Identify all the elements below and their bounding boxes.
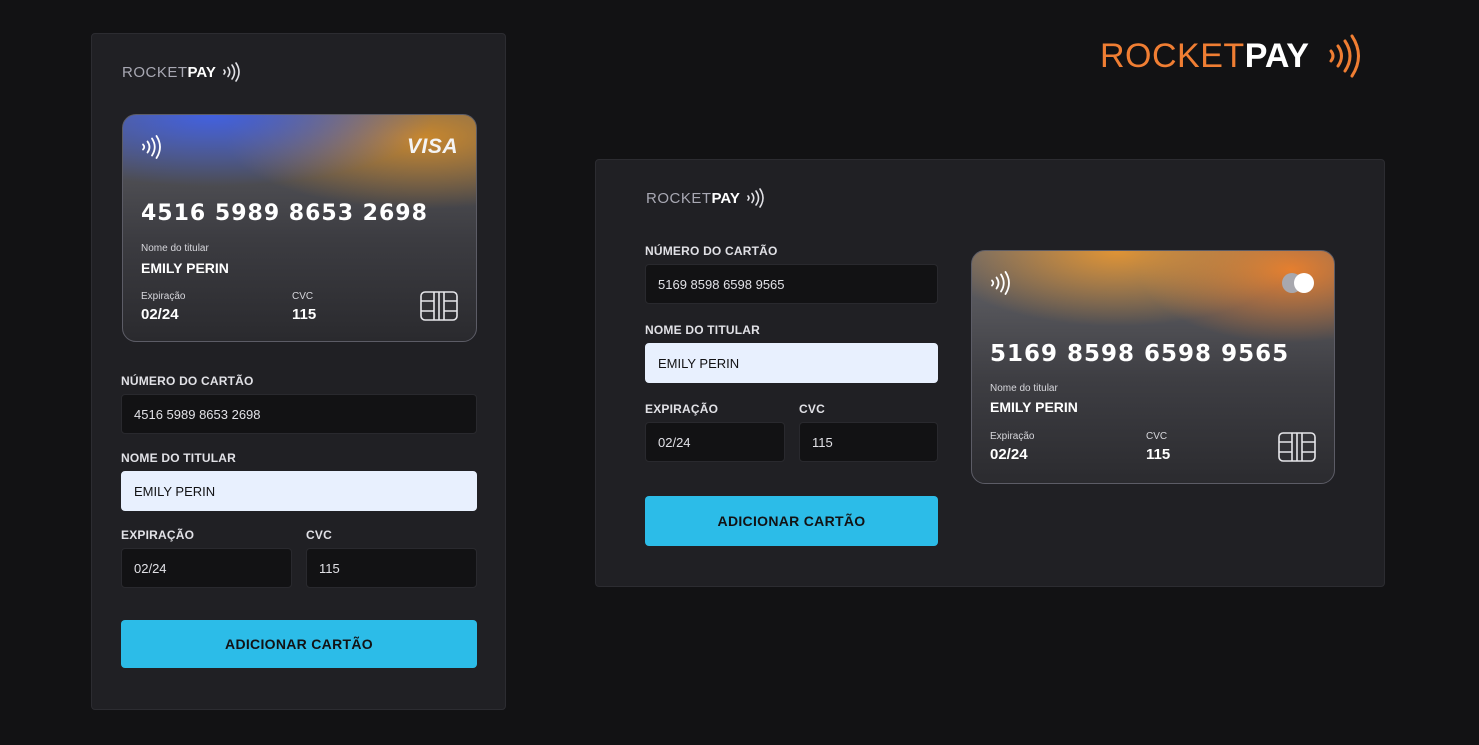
card-number-input[interactable] bbox=[121, 394, 477, 434]
brand-logo-light-text: ROCKET bbox=[122, 63, 188, 81]
brand-logo-small: ROCKET PAY bbox=[646, 188, 764, 208]
brand-logo-large: ROCKET PAY bbox=[1100, 34, 1363, 78]
brand-logo-bold-text: PAY bbox=[1244, 36, 1309, 75]
add-card-button[interactable]: ADICIONAR CARTÃO bbox=[121, 620, 477, 668]
contactless-icon bbox=[141, 135, 161, 164]
desktop-card-form-panel: ROCKETPAY NÚMERO DO CARTÃO NOME DO TITUL… bbox=[595, 159, 1385, 587]
brand-logo-bold-text: PAY bbox=[187, 63, 216, 81]
mastercard-circle-right bbox=[1294, 273, 1314, 293]
card-holder-name: EMILY PERIN bbox=[141, 260, 229, 276]
card-chip-icon bbox=[1278, 432, 1316, 467]
card-chip-icon bbox=[420, 291, 458, 326]
credit-card-preview: VISA 4516 5989 8653 2698 Nome do titular… bbox=[122, 114, 477, 342]
card-expiry: 02/24 bbox=[141, 306, 179, 323]
expiry-input[interactable] bbox=[645, 422, 785, 462]
card-cvc: 115 bbox=[1146, 446, 1171, 463]
cvc-label: CVC bbox=[306, 528, 332, 542]
mobile-card-form-panel: ROCKET PAY VISA 4516 5989 8653 2698 Nome … bbox=[91, 33, 506, 710]
card-number-input[interactable] bbox=[645, 264, 938, 304]
cvc-label: CVC bbox=[799, 402, 825, 416]
expiry-input[interactable] bbox=[121, 548, 292, 588]
card-number: 4516 5989 8653 2698 bbox=[141, 201, 428, 226]
contactless-icon bbox=[222, 62, 240, 82]
brand-logo-bold-text: PAY bbox=[711, 189, 740, 207]
brand-logo-light-text: ROCKET bbox=[646, 189, 712, 207]
brand-logo-light-text: ROCKET bbox=[1100, 36, 1245, 75]
card-cvc-label: CVC bbox=[292, 291, 314, 302]
card-number: 5169 8598 6598 9565 bbox=[990, 341, 1290, 367]
cvc-input[interactable] bbox=[306, 548, 477, 588]
card-expiry: 02/24 bbox=[990, 446, 1028, 463]
add-card-button[interactable]: ADICIONAR CARTÃO bbox=[645, 496, 938, 546]
expiry-label: EXPIRAÇÃO bbox=[121, 528, 195, 542]
visa-logo: VISA bbox=[406, 135, 458, 158]
card-number-label: NÚMERO DO CARTÃO bbox=[645, 244, 778, 258]
contactless-icon bbox=[746, 188, 764, 208]
credit-card-preview: 5169 8598 6598 9565 Nome do titular EMIL… bbox=[971, 250, 1335, 484]
cvc-input[interactable] bbox=[799, 422, 938, 462]
card-expiry-label: Expiração bbox=[141, 291, 186, 302]
card-holder-label: NOME DO TITULAR bbox=[645, 323, 760, 337]
contactless-icon bbox=[990, 271, 1010, 300]
mastercard-icon bbox=[1282, 273, 1316, 293]
card-holder-name: EMILY PERIN bbox=[990, 399, 1078, 415]
card-number-label: NÚMERO DO CARTÃO bbox=[121, 374, 254, 388]
card-holder-label: Nome do titular bbox=[141, 243, 209, 254]
card-holder-input[interactable] bbox=[645, 343, 938, 383]
card-holder-input[interactable] bbox=[121, 471, 477, 511]
contactless-icon bbox=[1327, 34, 1363, 78]
expiry-label: EXPIRAÇÃO bbox=[645, 402, 719, 416]
card-cvc-label: CVC bbox=[1146, 431, 1168, 442]
card-expiry-label: Expiração bbox=[990, 431, 1035, 442]
brand-logo-small: ROCKET PAY bbox=[122, 62, 240, 82]
card-holder-label: Nome do titular bbox=[990, 383, 1058, 394]
card-holder-label: NOME DO TITULAR bbox=[121, 451, 236, 465]
card-cvc: 115 bbox=[292, 306, 317, 323]
